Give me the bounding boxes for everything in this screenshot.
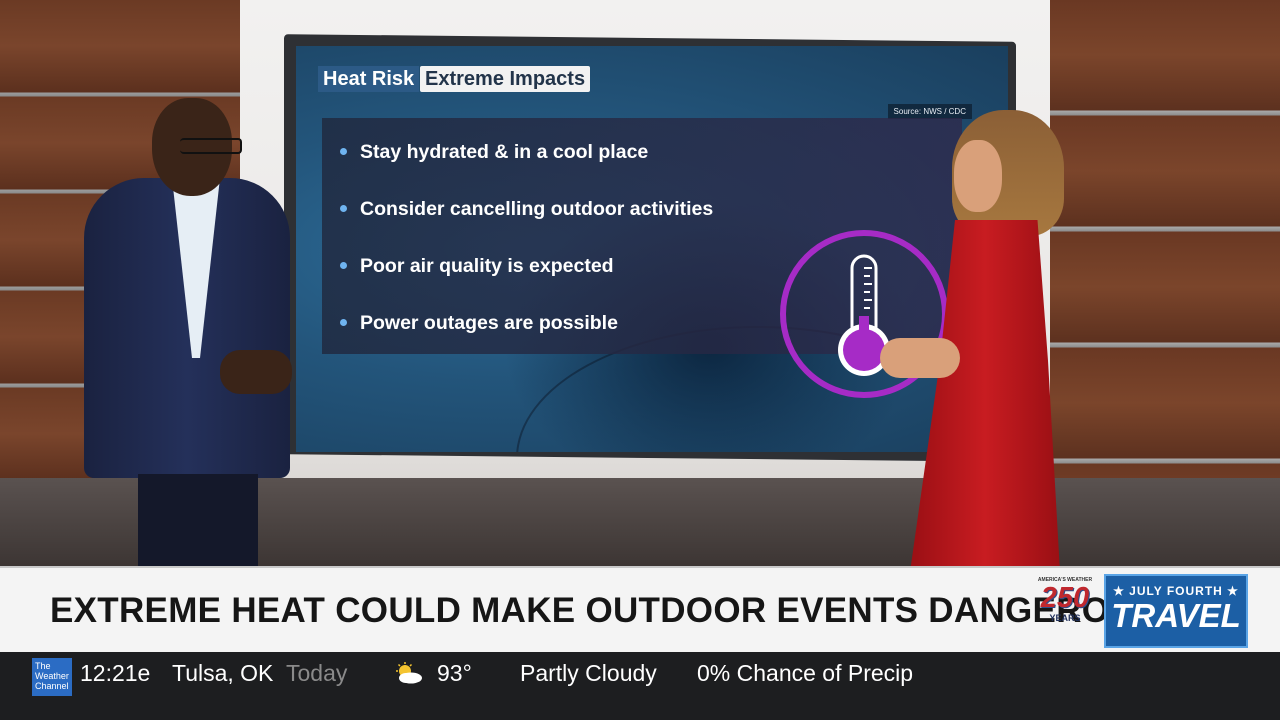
america-250-badge-number: 250 (1040, 582, 1090, 614)
impact-item: Power outages are possible (322, 303, 713, 360)
lower-third-banner: EXTREME HEAT COULD MAKE OUTDOOR EVENTS D… (0, 566, 1280, 652)
bullet-dot-icon (340, 205, 347, 212)
bullet-dot-icon (340, 148, 347, 155)
lower-third-headline: EXTREME HEAT COULD MAKE OUTDOOR EVENTS D… (50, 591, 1159, 630)
impact-item: Consider cancelling outdoor activities (322, 189, 713, 246)
presenter-woman-hands (880, 338, 960, 378)
weather-ticker: The Weather Channel 12:21e Tulsa, OK Tod… (0, 652, 1280, 720)
impact-item-text: Stay hydrated & in a cool place (360, 141, 649, 163)
america-250-badge: AMERICA'S WEATHER 250 YEARS (1030, 573, 1100, 649)
impact-item-text: Power outages are possible (360, 312, 618, 334)
screen-tag-extreme-impacts: Extreme Impacts (420, 66, 591, 92)
bullet-dot-icon (340, 319, 347, 326)
presenter-woman (880, 110, 1080, 566)
screen-tag-heat-risk: Heat Risk (318, 66, 420, 92)
ticker-time: 12:21e (80, 660, 151, 686)
presenter-man-glasses (180, 138, 242, 154)
studio-set: Heat Risk Extreme Impacts Source: NWS / … (0, 0, 1280, 566)
presenter-man (80, 98, 300, 566)
ticker-precip: 0% Chance of Precip (697, 660, 914, 686)
travel-badge-subtitle: ★ JULY FOURTH ★ (1113, 584, 1239, 598)
partly-cloudy-icon (396, 662, 422, 684)
july-fourth-travel-badge: ★ JULY FOURTH ★ TRAVEL (1104, 574, 1248, 648)
impacts-panel: Stay hydrated & in a cool place Consider… (322, 118, 962, 398)
ticker-day: Today (286, 660, 348, 686)
presenter-man-hands (220, 350, 292, 394)
weather-channel-logo: The Weather Channel (32, 658, 72, 696)
impact-item-text: Consider cancelling outdoor activities (360, 198, 714, 220)
ticker-condition: Partly Cloudy (520, 660, 657, 686)
america-250-badge-bottom: YEARS (1049, 613, 1081, 623)
travel-badge-title: TRAVEL (1111, 597, 1241, 634)
presenter-woman-face (954, 140, 1002, 212)
ticker-location: Tulsa, OK (172, 660, 274, 686)
ticker-temperature: 93° (437, 660, 472, 686)
impact-item: Poor air quality is expected (322, 246, 713, 303)
impacts-list: Stay hydrated & in a cool place Consider… (322, 132, 713, 360)
impact-item-text: Poor air quality is expected (360, 255, 614, 277)
presenter-man-pants (138, 474, 258, 566)
bullet-dot-icon (340, 262, 347, 269)
impact-item: Stay hydrated & in a cool place (322, 132, 713, 189)
presenter-woman-dress (910, 220, 1060, 566)
